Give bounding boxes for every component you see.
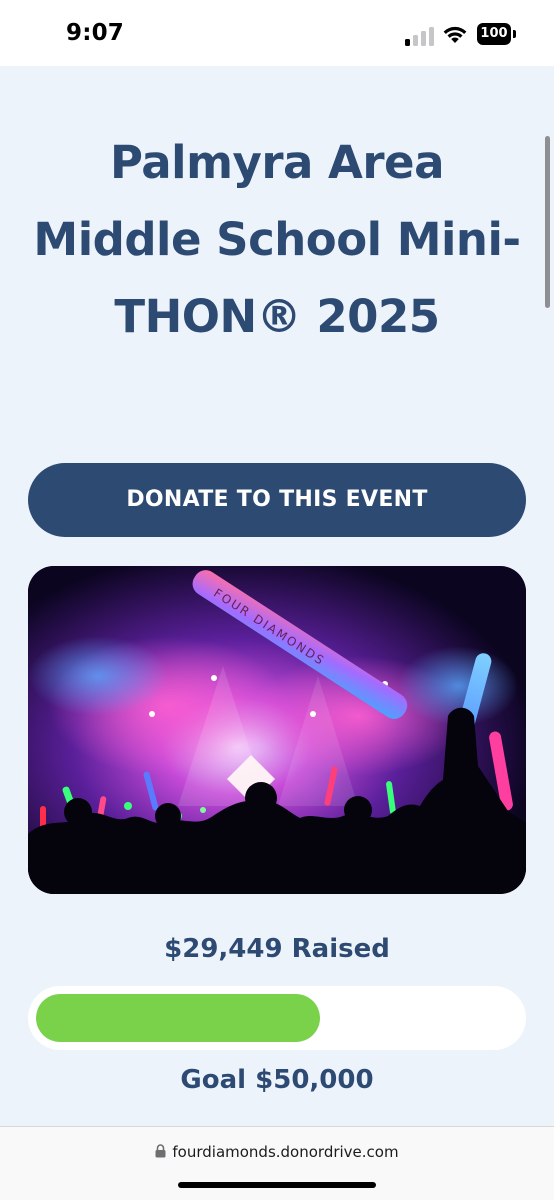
donate-button[interactable]: DONATE TO THIS EVENT [28,463,526,537]
event-photo: FOUR DIAMONDS [28,566,526,894]
scrollbar[interactable] [545,136,550,308]
lock-icon [155,1144,166,1158]
fundraising-goal: Goal $50,000 [180,1065,374,1095]
status-bar: 9:07 100 [0,0,554,66]
home-indicator[interactable] [178,1182,376,1188]
event-title: Palmyra Area Middle School Mini-THON® 20… [33,136,521,343]
url-text: fourdiamonds.donordrive.com [172,1143,399,1161]
progress-fill [36,994,320,1042]
event-page[interactable]: Palmyra Area Middle School Mini-THON® 20… [0,66,554,1126]
status-time: 9:07 [66,20,125,46]
url-row[interactable]: fourdiamonds.donordrive.com [0,1143,554,1161]
browser-address-bar[interactable]: fourdiamonds.donordrive.com [0,1126,554,1200]
battery-level: 100 [477,23,511,45]
amount-raised: $29,449 Raised [164,934,390,964]
signal-icon [405,26,435,46]
phone-screen: 9:07 100 Palmyra Area Middle School Mini… [0,0,554,1200]
wifi-icon [443,26,467,43]
progress-bar [28,986,526,1050]
battery-icon: 100 [477,23,517,47]
